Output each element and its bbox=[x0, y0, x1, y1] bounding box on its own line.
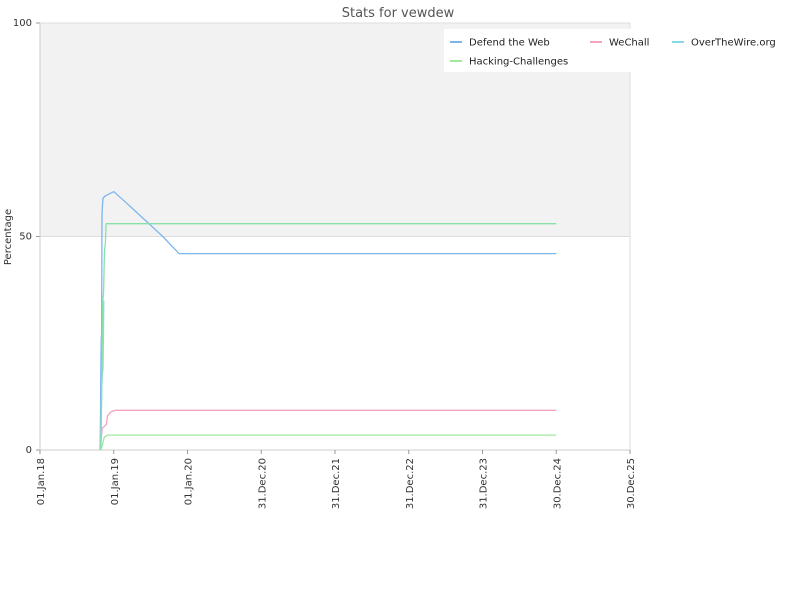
legend-label: WeChall bbox=[609, 38, 649, 49]
x-tick-label: 31.Dec.23 bbox=[479, 458, 490, 509]
y-tick-label: 50 bbox=[19, 232, 32, 243]
x-tick-label: 31.Dec.21 bbox=[331, 458, 342, 509]
y-tick-label: 100 bbox=[13, 18, 32, 29]
y-tick-label: 0 bbox=[26, 445, 32, 456]
x-tick-label: 01.Jan.19 bbox=[110, 458, 121, 505]
legend-label: Defend the Web bbox=[469, 38, 550, 49]
series-line bbox=[99, 434, 557, 451]
legend-label: Hacking-Challenges bbox=[469, 57, 568, 68]
chart-title: Stats for vewdew bbox=[342, 6, 455, 21]
x-tick-label: 01.Jan.18 bbox=[36, 458, 47, 505]
legend-label: OverTheWire.org bbox=[691, 38, 776, 49]
x-tick-label: 31.Dec.20 bbox=[257, 458, 268, 509]
x-tick-label: 01.Jan.20 bbox=[184, 458, 195, 505]
x-tick-label: 31.Dec.22 bbox=[405, 458, 416, 509]
x-tick-label: 30.Dec.25 bbox=[626, 458, 637, 509]
series-line bbox=[100, 223, 557, 451]
x-tick-label: 30.Dec.24 bbox=[552, 458, 563, 509]
line-chart: Stats for vewdew 0 50 100 01.Jan.18 01.Jan.1… bbox=[3, 6, 797, 509]
legend: Defend the Web WeChall OverTheWire.org Hack… bbox=[444, 29, 797, 72]
y-axis-label: Percentage bbox=[3, 209, 14, 265]
series-line bbox=[99, 409, 557, 451]
